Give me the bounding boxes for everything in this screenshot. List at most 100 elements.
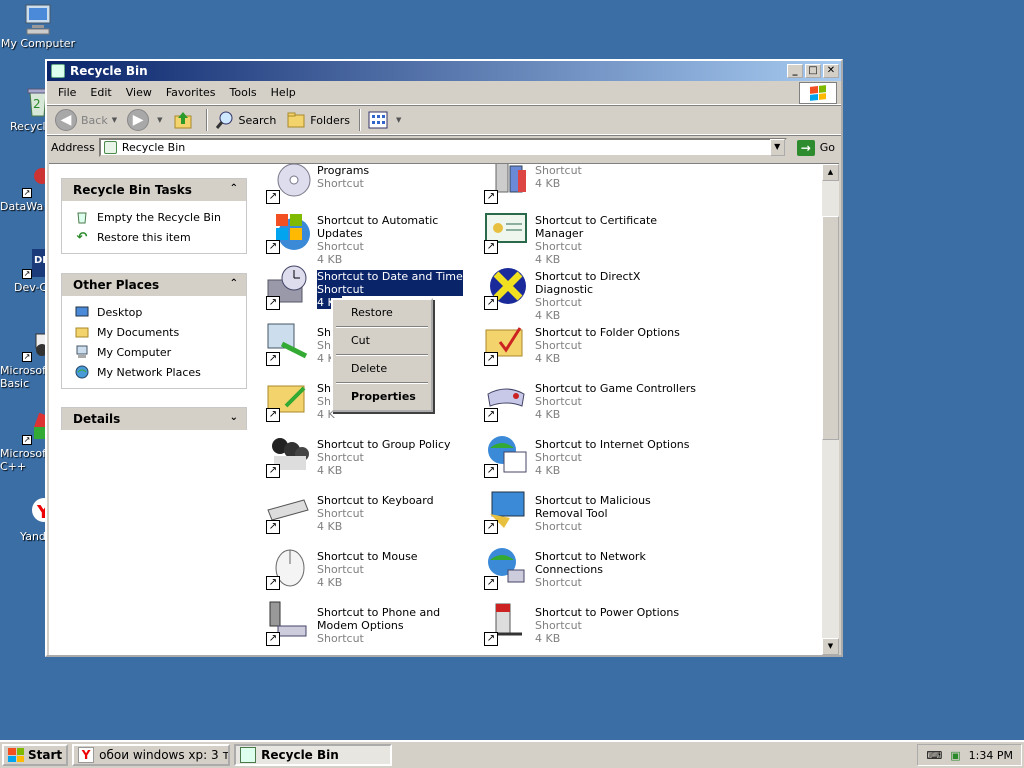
views-button[interactable]: ▼	[364, 108, 405, 132]
file-name: Shortcut to Folder Options	[535, 326, 680, 339]
internet-options-icon: ↗	[482, 432, 530, 480]
maximize-button[interactable]: □	[805, 64, 821, 78]
forward-button[interactable]: ▶ ▼	[123, 107, 166, 133]
shortcut-arrow-icon: ↗	[266, 408, 280, 422]
other-places-header[interactable]: Other Places ⌃	[62, 274, 246, 296]
file-size: 4 KB	[535, 464, 561, 477]
file-item[interactable]: ↗ Shortcut to Phone and Modem Options Sho…	[264, 600, 482, 652]
file-item[interactable]: ↗ Shortcut to Internet Options Shortcut 4 …	[482, 432, 700, 484]
collapse-chevron-icon[interactable]: ⌃	[230, 183, 238, 194]
shortcut-arrow-icon: ↗	[266, 240, 280, 254]
place-network-link[interactable]: My Network Places	[74, 362, 246, 382]
place-my-documents-link[interactable]: My Documents	[74, 322, 246, 342]
taskbar-recycle-bin-button[interactable]: Recycle Bin	[234, 744, 393, 766]
file-type: Shortcut	[535, 619, 582, 632]
panel-title: Details	[73, 412, 121, 426]
file-type: Shortcut	[535, 520, 582, 533]
network-globe-icon	[74, 364, 90, 380]
shortcut-arrow-icon: ↗	[22, 188, 32, 198]
file-item[interactable]: ↗ Shortcut to Mouse Shortcut 4 KB	[264, 544, 482, 596]
vertical-scrollbar[interactable]: ▲ ▼	[822, 164, 839, 655]
windows-logo-icon	[799, 82, 837, 104]
minimize-button[interactable]: _	[787, 64, 803, 78]
folders-label: Folders	[310, 113, 351, 127]
file-item[interactable]: ↗ Shortcut to DirectX Diagnostic Shortcut…	[482, 264, 700, 322]
file-item[interactable]: ↗ Shortcut to Power Options Shortcut 4 KB	[482, 600, 700, 652]
menu-tools[interactable]: Tools	[223, 84, 264, 101]
file-item[interactable]: ↗ Shortcut to Certificate Manager Shortcu…	[482, 208, 700, 266]
menu-view[interactable]: View	[119, 84, 159, 101]
start-button[interactable]: Start	[2, 744, 69, 766]
file-name: Shortcut to Certificate Manager	[535, 214, 658, 240]
link-label: My Computer	[97, 345, 172, 359]
go-button[interactable]: → Go	[791, 139, 841, 156]
file-item[interactable]: ↗ Shortcut to Keyboard Shortcut 4 KB	[264, 488, 482, 540]
context-cut[interactable]: Cut	[335, 330, 429, 352]
chevron-down-icon: ▼	[111, 116, 118, 124]
expand-chevron-icon[interactable]: ⌄	[230, 412, 238, 423]
task-label: обои windows xp: 3 тыс…	[99, 748, 230, 762]
address-input[interactable]: Recycle Bin	[98, 138, 787, 157]
link-label: My Network Places	[97, 365, 201, 379]
link-label: My Documents	[97, 325, 180, 339]
power-options-icon: ↗	[482, 600, 530, 648]
file-name: Shortcut to DirectX Diagnostic	[535, 270, 641, 296]
windows-logo-icon	[8, 748, 24, 762]
menu-file[interactable]: File	[51, 84, 83, 101]
menu-help[interactable]: Help	[264, 84, 303, 101]
toolbar-separator	[205, 109, 208, 131]
empty-recycle-bin-link[interactable]: Empty the Recycle Bin	[74, 207, 246, 227]
folders-button[interactable]: Folders	[282, 108, 354, 132]
up-button[interactable]	[169, 108, 201, 132]
recycle-bin-tasks-panel: Recycle Bin Tasks ⌃ Empty the Recycle Bi…	[61, 178, 247, 254]
date-time-clock-icon: ↗	[264, 264, 312, 312]
search-button[interactable]: Search	[211, 108, 281, 132]
restore-item-link[interactable]: ↶ Restore this item	[74, 227, 246, 247]
recycle-bin-icon	[103, 141, 117, 154]
file-item[interactable]: ↗ Shortcut to Malicious Removal Tool Shor…	[482, 488, 700, 540]
details-header[interactable]: Details ⌄	[62, 408, 246, 430]
certificate-icon: ↗	[482, 208, 530, 256]
context-restore[interactable]: Restore	[335, 302, 429, 324]
chevron-down-icon: ▼	[396, 116, 402, 124]
file-size: 4 KB	[317, 520, 343, 533]
context-properties[interactable]: Properties	[335, 386, 429, 408]
panel-title: Recycle Bin Tasks	[73, 183, 192, 197]
file-type: Shortcut	[317, 563, 364, 576]
keyboard-tray-icon[interactable]: ⌨	[926, 749, 942, 762]
desktop-icon	[74, 304, 90, 320]
clock[interactable]: 1:34 PM	[969, 749, 1013, 762]
collapse-chevron-icon[interactable]: ⌃	[230, 278, 238, 289]
place-desktop-link[interactable]: Desktop	[74, 302, 246, 322]
chevron-down-icon: ▼	[157, 116, 163, 124]
file-item[interactable]: ↗ Shortcut to Group Policy Shortcut 4 KB	[264, 432, 482, 484]
taskbar-browser-button[interactable]: Y обои windows xp: 3 тыс…	[72, 744, 231, 766]
file-item[interactable]: ↗ Shortcut to Automatic Updates Shortcut 4…	[264, 208, 482, 266]
address-label: Address	[51, 141, 95, 154]
computer-icon	[74, 344, 90, 360]
file-item[interactable]: ↗ Programs Shortcut	[264, 164, 482, 210]
file-item[interactable]: ↗ Shortcut to Game Controllers Shortcut 4 …	[482, 376, 700, 428]
recycle-bin-tasks-header[interactable]: Recycle Bin Tasks ⌃	[62, 179, 246, 201]
file-item[interactable]: ↗ Shortcut to Network Connections Shortcu…	[482, 544, 700, 596]
scroll-thumb[interactable]	[822, 216, 839, 440]
scroll-down-button[interactable]: ▼	[822, 638, 839, 655]
shortcut-arrow-icon: ↗	[484, 352, 498, 366]
menu-favorites[interactable]: Favorites	[159, 84, 223, 101]
back-button[interactable]: ◀ Back ▼	[51, 107, 121, 133]
network-tray-icon[interactable]: ▣	[950, 749, 960, 762]
desktop-icon-my-computer[interactable]: My Computer	[0, 3, 76, 50]
file-item[interactable]: ↗ Shortcut 4 KB	[482, 164, 700, 210]
file-item[interactable]: ↗ Shortcut to Folder Options Shortcut 4 KB	[482, 320, 700, 372]
go-arrow-icon: →	[796, 139, 815, 156]
scroll-up-button[interactable]: ▲	[822, 164, 839, 181]
file-name: Shortcut to Keyboard	[317, 494, 434, 507]
close-button[interactable]: ✕	[823, 64, 839, 78]
title-bar[interactable]: Recycle Bin _ □ ✕	[47, 61, 841, 81]
place-my-computer-link[interactable]: My Computer	[74, 342, 246, 362]
context-delete[interactable]: Delete	[335, 358, 429, 380]
menu-edit[interactable]: Edit	[83, 84, 118, 101]
address-dropdown-button[interactable]: ▼	[769, 139, 785, 156]
menu-bar: File Edit View Favorites Tools Help	[47, 81, 841, 105]
directx-icon: ↗	[482, 264, 530, 312]
